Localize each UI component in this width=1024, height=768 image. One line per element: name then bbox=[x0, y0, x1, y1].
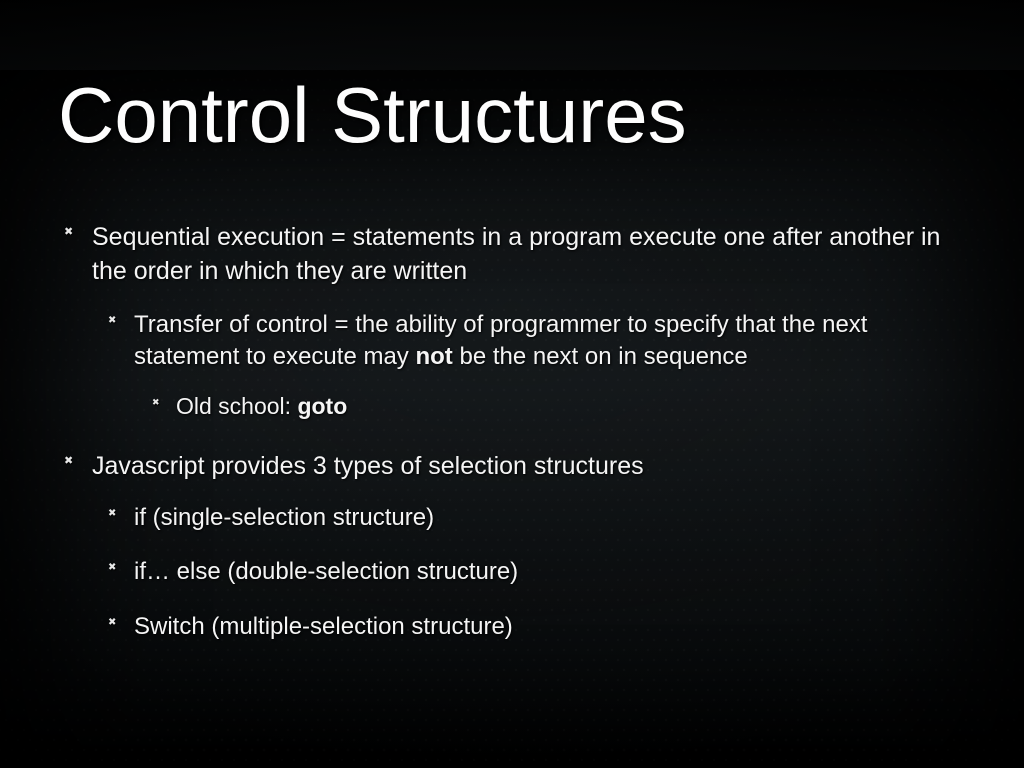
bullet-list: Sequential execution = statements in a p… bbox=[0, 221, 1024, 643]
bullet-js-types-text: Javascript provides 3 types of selection… bbox=[92, 452, 644, 480]
bullet-sequential-text: Sequential execution = statements in a p… bbox=[92, 223, 940, 285]
bullet-js-types: Javascript provides 3 types of selection… bbox=[92, 450, 964, 643]
slide: Control Structures Sequential execution … bbox=[0, 70, 1024, 643]
bullet-transfer-post: be the next on in sequence bbox=[453, 343, 748, 370]
bullet-switch: Switch (multiple-selection structure) bbox=[134, 611, 964, 643]
bullet-goto: Old school: goto bbox=[176, 391, 964, 422]
bullet-transfer-bold: not bbox=[415, 343, 452, 370]
bullet-goto-bold: goto bbox=[297, 393, 347, 419]
bullet-ifelse: if… else (double-selection structure) bbox=[134, 556, 964, 588]
bullet-sequential: Sequential execution = statements in a p… bbox=[92, 221, 964, 422]
slide-title: Control Structures bbox=[58, 70, 1024, 161]
bullet-if: if (single-selection structure) bbox=[134, 502, 964, 534]
bullet-goto-pre: Old school: bbox=[176, 393, 297, 419]
bullet-transfer: Transfer of control = the ability of pro… bbox=[134, 309, 964, 423]
